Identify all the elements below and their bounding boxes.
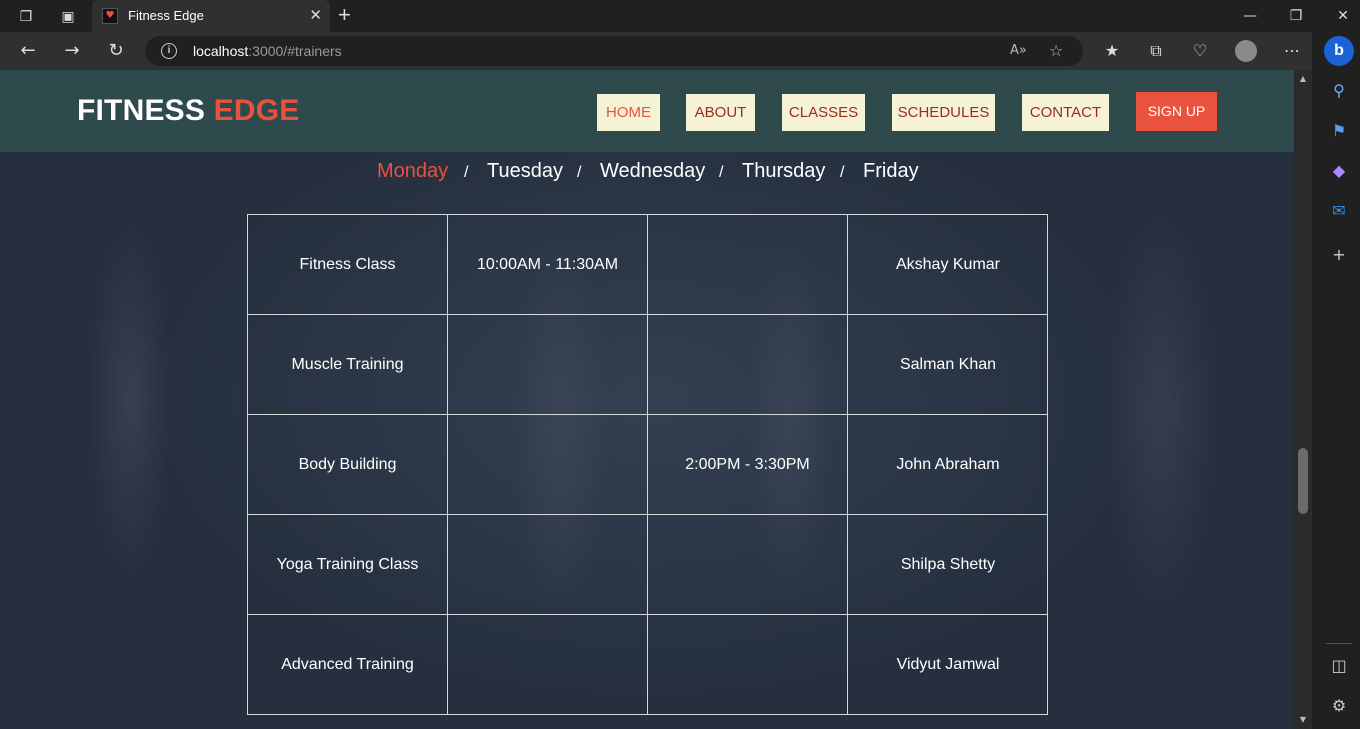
time-cell [448, 415, 648, 515]
nav-contact[interactable]: CONTACT [1022, 94, 1109, 131]
more-menu-icon[interactable]: ⋯ [1281, 41, 1303, 63]
time-cell [448, 515, 648, 615]
outlook-icon[interactable]: ✉ [1328, 200, 1350, 222]
url-host: localhost [193, 43, 249, 59]
tab-close-icon[interactable]: ✕ [309, 7, 322, 25]
logo-accent: EDGE [213, 94, 300, 127]
page-scrollbar[interactable]: ▲ ▼ [1294, 70, 1312, 729]
trainer-cell: Vidyut Jamwal [896, 656, 1000, 673]
time-cell [448, 315, 648, 415]
nav-classes[interactable]: CLASSES [782, 94, 865, 131]
day-separator: / [840, 164, 845, 181]
read-aloud-icon[interactable]: A» [1010, 41, 1027, 61]
sign-up-button[interactable]: SIGN UP [1136, 92, 1217, 131]
trainer-cell: Akshay Kumar [848, 215, 1048, 315]
scroll-up-arrow-icon[interactable]: ▲ [1294, 72, 1312, 86]
scroll-thumb[interactable] [1298, 448, 1308, 514]
day-tab-friday[interactable]: Friday [863, 160, 919, 183]
hide-sidebar-icon[interactable]: ◫ [1328, 655, 1350, 677]
trainer-cell: John Abraham [848, 415, 1048, 515]
class-name-cell: Advanced Training [248, 615, 448, 715]
site-logo[interactable]: FITNESS EDGE [77, 94, 299, 128]
day-separator: / [719, 164, 724, 181]
day-separator: / [577, 164, 582, 181]
tab-favicon-icon: ♥ [102, 8, 118, 24]
tab-title: Fitness Edge [128, 8, 204, 23]
time-cell [648, 615, 848, 715]
logo-main: FITNESS [77, 94, 206, 127]
minimize-icon[interactable]: — [1240, 6, 1260, 26]
forward-icon[interactable]: → [61, 41, 83, 63]
time-cell: 10:00AM - 11:30AM [448, 215, 648, 315]
time-cell [648, 215, 848, 315]
browser-tab-bar: ❐ ▣ ♥ Fitness Edge ✕ + — ❐ ✕ [0, 0, 1360, 32]
day-tab-monday[interactable]: Monday [377, 160, 448, 183]
address-bar[interactable]: i localhost:3000/#trainers A» ☆ [145, 36, 1083, 66]
performance-icon[interactable]: ♡ [1189, 41, 1211, 63]
workspaces-icon[interactable]: ❐ [16, 6, 36, 26]
site-header: FITNESS EDGE HOME ABOUT CLASSES SCHEDULE… [0, 70, 1294, 152]
nav-about[interactable]: ABOUT [686, 94, 755, 131]
back-icon[interactable]: ← [17, 41, 39, 63]
nav-schedules[interactable]: SCHEDULES [892, 94, 995, 131]
bing-copilot-icon[interactable]: b [1324, 36, 1354, 66]
games-icon[interactable]: ◆ [1328, 160, 1350, 182]
class-name-cell: Muscle Training [248, 315, 448, 415]
favorite-star-icon[interactable]: ☆ [1049, 41, 1063, 61]
browser-tab[interactable]: ♥ Fitness Edge ✕ [92, 0, 330, 32]
day-separator: / [464, 164, 469, 181]
time-cell [648, 315, 848, 415]
shopping-tag-icon[interactable]: ⚑ [1328, 120, 1350, 142]
sidebar-divider [1326, 643, 1352, 644]
url-text[interactable]: localhost:3000/#trainers [193, 43, 342, 59]
scroll-down-arrow-icon[interactable]: ▼ [1294, 713, 1312, 727]
url-path: :3000/#trainers [248, 43, 342, 59]
time-cell [448, 615, 648, 715]
collections-icon[interactable]: ⧉ [1145, 41, 1167, 63]
refresh-icon[interactable]: ↻ [105, 41, 127, 63]
day-tab-thursday[interactable]: Thursday [742, 160, 825, 183]
time-cell [648, 515, 848, 615]
add-sidebar-app-icon[interactable]: + [1328, 244, 1350, 266]
new-tab-button[interactable]: + [338, 4, 351, 26]
window-close-icon[interactable]: ✕ [1333, 6, 1353, 26]
profile-avatar[interactable] [1235, 40, 1257, 62]
day-tab-tuesday[interactable]: Tuesday [487, 160, 563, 183]
trainer-cell: Salman Khan [848, 315, 1048, 415]
time-cell: 2:00PM - 3:30PM [648, 415, 848, 515]
site-info-icon[interactable]: i [161, 43, 177, 59]
search-icon[interactable]: ⚲ [1328, 80, 1350, 102]
class-name-cell: Fitness Class [248, 215, 448, 315]
restore-icon[interactable]: ❐ [1286, 6, 1306, 26]
favorites-icon[interactable]: ★ [1101, 41, 1123, 63]
nav-home[interactable]: HOME [597, 94, 660, 131]
trainer-cell: Shilpa Shetty [848, 515, 1048, 615]
class-name-cell: Body Building [248, 415, 448, 515]
schedule-table: Fitness Class 10:00AM - 11:30AM Akshay K… [247, 214, 1048, 715]
browser-toolbar: ← → ↻ i localhost:3000/#trainers A» ☆ ★ … [0, 32, 1360, 70]
page-content: FITNESS EDGE HOME ABOUT CLASSES SCHEDULE… [0, 70, 1294, 729]
settings-gear-icon[interactable]: ⚙ [1328, 695, 1350, 717]
day-tab-wednesday[interactable]: Wednesday [600, 160, 705, 183]
class-name-cell: Yoga Training Class [248, 515, 448, 615]
tab-actions-icon[interactable]: ▣ [58, 6, 78, 26]
